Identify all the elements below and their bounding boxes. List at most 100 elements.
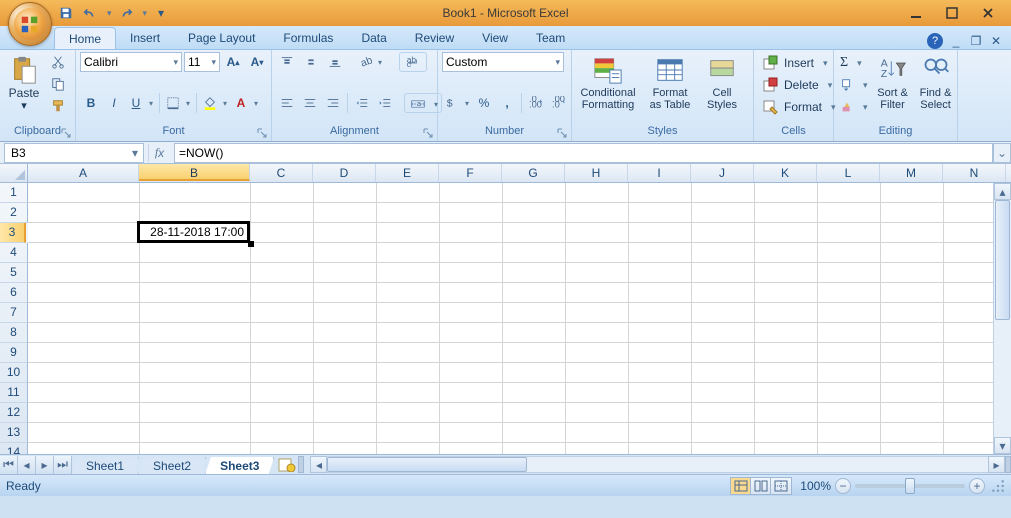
grow-font-button[interactable]: A▴ [222,52,244,72]
minimize-doc-button[interactable]: _ [949,34,963,48]
borders-dropdown[interactable]: ▾ [183,93,193,113]
row-header[interactable]: 10 [0,363,28,383]
maximize-button[interactable] [939,4,965,22]
scroll-right-button[interactable]: ▸ [988,456,1005,473]
align-center-button[interactable] [299,93,321,113]
decrease-decimal-button[interactable]: .00.0 [548,93,570,113]
vertical-scroll-thumb[interactable] [995,200,1010,320]
clear-button[interactable]: ▾ [838,96,870,118]
sheet-nav-first[interactable]: ⏮ [0,456,18,474]
column-header[interactable]: F [439,164,502,182]
fill-color-button[interactable] [200,93,220,113]
clipboard-dialog-launcher[interactable] [61,127,73,139]
format-cells-button[interactable]: Format▾ [758,96,840,118]
comma-style-button[interactable]: , [496,93,518,113]
normal-view-button[interactable] [731,478,751,494]
underline-button[interactable]: U [126,93,146,113]
row-header[interactable]: 7 [0,303,28,323]
resize-grip[interactable] [991,479,1005,493]
row-header[interactable]: 11 [0,383,28,403]
name-box-dropdown[interactable]: ▾ [127,146,143,160]
copy-button[interactable] [47,74,69,94]
increase-decimal-button[interactable]: .0.00 [525,93,547,113]
column-header[interactable]: C [250,164,313,182]
undo-dropdown-icon[interactable]: ▾ [107,8,112,19]
page-break-view-button[interactable] [771,478,791,494]
undo-button[interactable] [80,4,100,22]
align-top-button[interactable] [276,52,298,72]
column-header[interactable]: N [943,164,1006,182]
column-header[interactable]: I [628,164,691,182]
column-header[interactable]: D [313,164,376,182]
font-size-selector[interactable]: 11▾ [184,52,220,72]
horizontal-scroll-thumb[interactable] [327,457,527,472]
accounting-format-button[interactable]: $ [442,93,462,113]
save-button[interactable] [56,4,76,22]
selected-cell[interactable]: 28-11-2018 17:00 [137,221,250,243]
conditional-formatting-button[interactable]: Conditional Formatting [576,52,640,120]
number-format-selector[interactable]: Custom▾ [442,52,564,72]
fill-handle[interactable] [248,241,254,247]
row-header[interactable]: 12 [0,403,28,423]
column-header[interactable]: H [565,164,628,182]
row-header[interactable]: 6 [0,283,28,303]
scroll-left-button[interactable]: ◂ [310,456,327,473]
font-color-dropdown[interactable]: ▾ [251,93,261,113]
row-header[interactable]: 4 [0,243,28,263]
insert-cells-button[interactable]: Insert▾ [758,52,832,74]
row-header[interactable]: 2 [0,203,28,223]
name-box[interactable]: B3 ▾ [4,143,144,163]
insert-function-button[interactable]: fx [148,144,170,162]
close-doc-button[interactable]: ✕ [989,34,1003,48]
scroll-down-button[interactable]: ▾ [994,437,1011,454]
close-button[interactable] [975,4,1001,22]
orientation-button[interactable]: ab [355,52,375,72]
font-dialog-launcher[interactable] [257,127,269,139]
sheet-tab[interactable]: Sheet1 [71,457,139,475]
tab-data[interactable]: Data [347,27,400,49]
row-header[interactable]: 9 [0,343,28,363]
horizontal-scrollbar[interactable]: ◂ ▸ [310,456,1005,473]
help-button[interactable]: ? [927,33,943,49]
align-bottom-button[interactable] [324,52,346,72]
bold-button[interactable]: B [80,93,102,113]
font-name-selector[interactable]: Calibri▾ [80,52,182,72]
number-dialog-launcher[interactable] [557,127,569,139]
column-header[interactable]: J [691,164,754,182]
font-color-button[interactable]: A [231,93,251,113]
fill-color-dropdown[interactable]: ▾ [220,93,230,113]
redo-button[interactable] [116,4,136,22]
align-middle-button[interactable] [300,52,322,72]
format-painter-button[interactable] [47,96,69,116]
align-right-button[interactable] [322,93,344,113]
sheet-nav-last[interactable]: ⏭ [54,456,72,474]
sheet-tab[interactable]: Sheet2 [138,457,206,475]
zoom-level[interactable]: 100% [800,479,831,493]
zoom-in-button[interactable]: + [969,478,985,494]
column-header[interactable]: B [139,164,250,181]
expand-formula-bar[interactable]: ⌄ [993,143,1011,163]
row-header[interactable]: 8 [0,323,28,343]
column-header[interactable]: M [880,164,943,182]
column-header[interactable]: L [817,164,880,182]
align-left-button[interactable] [276,93,298,113]
sheet-tab[interactable]: Sheet3 [205,457,274,475]
italic-button[interactable]: I [103,93,125,113]
row-header[interactable]: 3 [0,223,26,243]
tab-insert[interactable]: Insert [116,27,174,49]
tab-team[interactable]: Team [522,27,579,49]
accounting-format-dropdown[interactable]: ▾ [462,93,472,113]
paste-button[interactable]: Paste▾ [4,52,44,120]
row-header[interactable]: 1 [0,183,28,203]
sort-filter-button[interactable]: AZ Sort & Filter [873,52,913,120]
tab-splitter[interactable] [298,456,304,473]
delete-cells-button[interactable]: Delete▾ [758,74,836,96]
office-button[interactable] [8,2,52,46]
underline-dropdown[interactable]: ▾ [146,93,156,113]
formula-input[interactable]: =NOW() [174,143,993,163]
sheet-nav-prev[interactable]: ◂ [18,456,36,474]
format-as-table-button[interactable]: Format as Table [643,52,697,120]
scroll-up-button[interactable]: ▴ [994,183,1011,200]
shrink-font-button[interactable]: A▾ [246,52,268,72]
autosum-button[interactable]: Σ▾ [838,52,870,74]
